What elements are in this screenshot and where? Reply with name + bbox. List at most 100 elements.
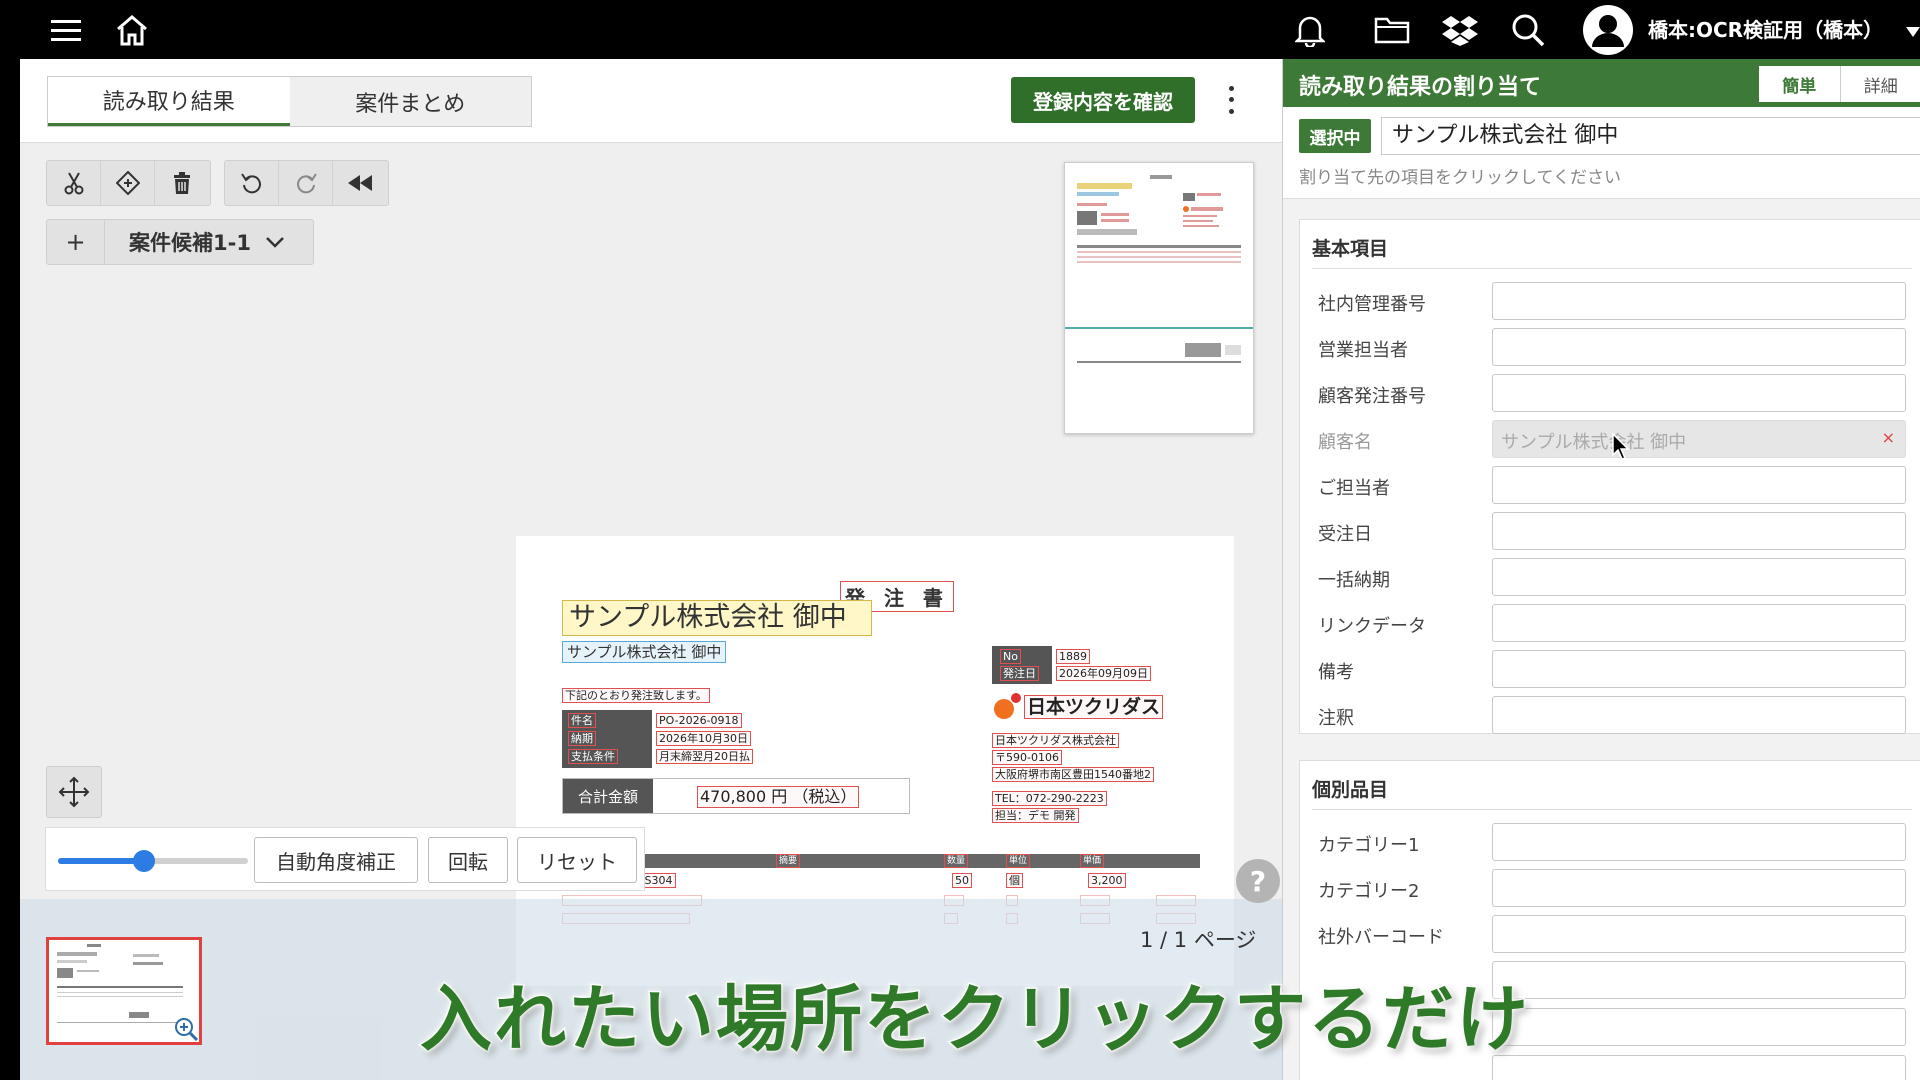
field-label: リンクデータ: [1318, 616, 1426, 637]
zoom-in-icon[interactable]: [173, 1016, 199, 1042]
ocr-label-delivery[interactable]: 納期: [568, 731, 596, 746]
assignment-title: 読み取り結果の割り当て: [1299, 75, 1542, 100]
search-icon[interactable]: [1508, 10, 1548, 50]
scissors-icon[interactable]: [47, 161, 101, 205]
split-diamond-icon[interactable]: [101, 161, 155, 205]
trash-icon[interactable]: [155, 161, 209, 205]
field-input[interactable]: [1492, 650, 1906, 688]
candidate-label[interactable]: 案件候補1-1: [105, 227, 251, 257]
ocr-customer-name[interactable]: サンプル株式会社 御中: [562, 641, 727, 663]
field-label: 注釈: [1318, 708, 1354, 729]
page-preview-thumbnail[interactable]: [1064, 162, 1254, 434]
ocr-company-line-5[interactable]: 担当：デモ 開発: [992, 808, 1079, 823]
dropbox-icon[interactable]: [1440, 10, 1480, 50]
table-row-price[interactable]: 3,200: [1088, 873, 1126, 888]
ocr-delivery-value[interactable]: 2026年10月30日: [656, 731, 751, 746]
field-row: 備考: [1300, 650, 1920, 690]
tab-case-summary[interactable]: 案件まとめ: [290, 77, 532, 126]
page-thumbnail-1[interactable]: [46, 937, 202, 1045]
field-input[interactable]: [1492, 558, 1906, 596]
chevron-down-icon[interactable]: [265, 236, 285, 248]
assignment-hint: 割り当て先の項目をクリックしてください: [1299, 168, 1621, 188]
field-input[interactable]: サンプル株式会社 御中 ×: [1492, 420, 1906, 458]
help-button[interactable]: ?: [1236, 859, 1280, 903]
field-row: 顧客名 サンプル株式会社 御中 ×: [1300, 420, 1920, 460]
field-input[interactable]: [1492, 512, 1906, 550]
field-label: 社外バーコード: [1318, 927, 1444, 948]
add-candidate-button[interactable]: +: [47, 220, 105, 264]
rotate-toolbar: [224, 160, 389, 206]
clear-icon[interactable]: ×: [1882, 428, 1895, 447]
move-fit-icon[interactable]: [46, 766, 102, 818]
detail-mode-button[interactable]: 詳細: [1839, 66, 1920, 102]
table-header-unit[interactable]: 単位: [1006, 854, 1031, 868]
simple-mode-button[interactable]: 簡単: [1759, 66, 1840, 102]
field-input[interactable]: [1492, 869, 1906, 907]
field-input-partial[interactable]: [1492, 1008, 1906, 1046]
user-name-label[interactable]: 橋本:OCR検証用（橋本）: [1648, 14, 1883, 43]
auto-angle-button[interactable]: 自動角度補正: [254, 837, 418, 883]
rotate-button[interactable]: 回転: [428, 837, 508, 883]
tab-read-result[interactable]: 読み取り結果: [48, 77, 290, 126]
field-label: ご担当者: [1318, 478, 1390, 499]
table-header-qty[interactable]: 数量: [944, 854, 969, 868]
selection-area: 選択中 サンプル株式会社 御中 割り当て先の項目をクリックしてください: [1283, 107, 1920, 199]
table-header-price[interactable]: 単価: [1080, 854, 1105, 868]
zoom-slider-handle[interactable]: [132, 850, 155, 872]
ocr-no-value[interactable]: 1889: [1056, 649, 1090, 664]
rotate-left-icon[interactable]: [225, 161, 279, 205]
field-input[interactable]: [1492, 328, 1906, 366]
selected-badge: 選択中: [1299, 119, 1371, 153]
zoom-slider-fill: [58, 858, 144, 864]
ocr-total-value[interactable]: 470,800 円 （税込）: [697, 786, 860, 808]
field-input[interactable]: [1492, 374, 1906, 412]
caption-overlay: 入れたい場所をクリックするだけ: [418, 976, 1531, 1063]
ocr-company-line-4[interactable]: TEL：072-290-2223: [992, 791, 1107, 806]
ocr-company-logo-text[interactable]: 日本ツクリダス: [1024, 695, 1164, 719]
field-input[interactable]: [1492, 466, 1906, 504]
field-label: 一括納期: [1318, 570, 1390, 591]
hamburger-icon[interactable]: [46, 10, 86, 50]
ocr-date-label[interactable]: 発注日: [1000, 666, 1039, 681]
ocr-customer-name-selected[interactable]: サンプル株式会社 御中: [562, 600, 872, 636]
field-input[interactable]: [1492, 604, 1906, 642]
ocr-date-value[interactable]: 2026年09月09日: [1056, 666, 1151, 681]
zoom-controls: 自動角度補正 回転 リセット: [45, 827, 645, 891]
ocr-label-subject[interactable]: 件名: [568, 713, 596, 728]
ocr-no-label[interactable]: No: [1000, 649, 1021, 664]
field-input[interactable]: [1492, 696, 1906, 734]
table-header-desc[interactable]: 摘要: [776, 854, 801, 868]
ocr-label-payment[interactable]: 支払条件: [568, 749, 618, 764]
case-candidate-selector[interactable]: + 案件候補1-1: [46, 219, 314, 265]
ocr-subject-value[interactable]: PO-2026-0918: [656, 713, 742, 728]
user-avatar-icon[interactable]: [1582, 4, 1634, 56]
assignment-header: 読み取り結果の割り当て 簡単 詳細: [1283, 59, 1920, 107]
viewer-header: 読み取り結果 案件まとめ 登録内容を確認: [20, 59, 1282, 143]
chevron-down-icon[interactable]: [1906, 22, 1920, 41]
home-icon[interactable]: [112, 10, 152, 50]
field-input[interactable]: [1492, 915, 1906, 953]
rewind-icon[interactable]: [333, 161, 387, 205]
field-label: 営業担当者: [1318, 340, 1408, 361]
field-input[interactable]: [1492, 823, 1906, 861]
ocr-payment-value[interactable]: 月末締翌月20日払: [656, 749, 753, 764]
field-input[interactable]: [1492, 282, 1906, 320]
reset-button[interactable]: リセット: [517, 837, 637, 883]
ocr-company-line-1[interactable]: 日本ツクリダス株式会社: [992, 733, 1119, 748]
rotate-right-icon[interactable]: [279, 161, 333, 205]
confirm-registration-button[interactable]: 登録内容を確認: [1011, 77, 1195, 123]
table-row-unit[interactable]: 個: [1006, 873, 1023, 888]
ocr-company-line-2[interactable]: 〒590-0106: [992, 750, 1062, 765]
more-options-icon[interactable]: [1223, 83, 1239, 117]
table-row-qty[interactable]: 50: [952, 873, 972, 888]
field-label: カテゴリー1: [1318, 835, 1420, 856]
ocr-total-label[interactable]: 合計金額: [563, 779, 653, 813]
field-input-partial[interactable]: [1492, 1055, 1906, 1080]
ocr-company-line-3[interactable]: 大阪府堺市南区豊田1540番地2: [992, 767, 1154, 782]
bell-icon[interactable]: [1290, 10, 1330, 50]
folder-icon[interactable]: [1372, 10, 1412, 50]
field-input-partial[interactable]: [1492, 961, 1906, 999]
field-label: 顧客名: [1318, 432, 1372, 453]
ocr-note[interactable]: 下記のとおり発注致します。: [562, 688, 710, 703]
edit-toolbar: [46, 160, 211, 206]
